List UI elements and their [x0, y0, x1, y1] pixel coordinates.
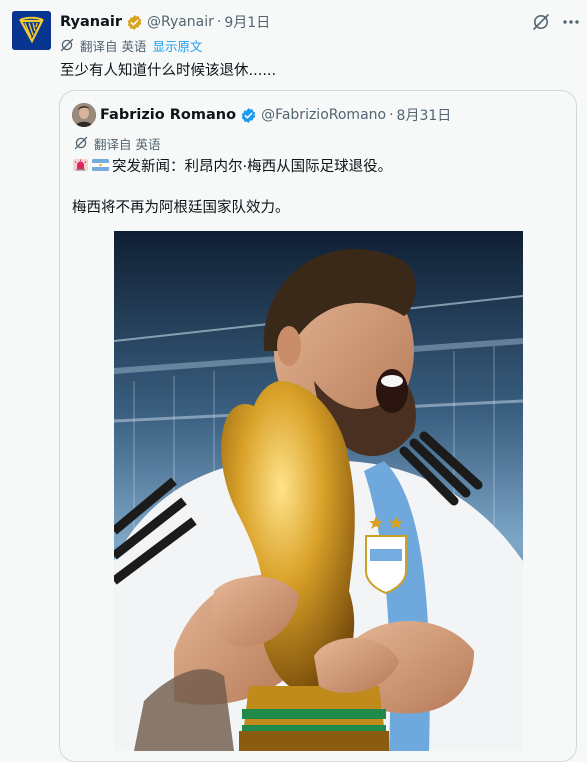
quoted-photo[interactable] [114, 231, 523, 751]
quoted-text-line-2: 梅西将不再为阿根廷国家队效力。 [72, 200, 290, 216]
siren-icon [72, 158, 89, 172]
separator-dot: · [389, 107, 394, 123]
quoted-translation-notice: 翻译自 英语 [74, 134, 160, 152]
quoted-text-line-1-content: 突发新闻：利昂内尔·梅西从国际足球退役。 [112, 158, 393, 175]
avatar[interactable] [12, 11, 51, 50]
translate-icon [74, 136, 88, 150]
tweet-text: 至少有人知道什么时候该退休...... [60, 63, 277, 79]
quoted-tweet[interactable]: Fabrizio Romano @FabrizioRomano · 8月31日 … [59, 90, 577, 762]
author-handle[interactable]: @Ryanair [147, 14, 214, 30]
tweet: Ryanair @Ryanair · 9月1日 翻译自 英语 显示原文 至少有人… [0, 0, 587, 762]
show-original-link[interactable]: 显示原文 [152, 36, 202, 55]
quoted-header: Fabrizio Romano @FabrizioRomano · 8月31日 [100, 105, 451, 125]
quoted-text-line-1: 突发新闻：利昂内尔·梅西从国际足球退役。 [72, 155, 392, 175]
more-icon[interactable] [561, 12, 581, 32]
tweet-date[interactable]: 9月1日 [224, 12, 270, 32]
quoted-author-name[interactable]: Fabrizio Romano [100, 107, 236, 123]
quoted-author-handle[interactable]: @FabrizioRomano [261, 107, 386, 123]
quoted-date[interactable]: 8月31日 [397, 105, 452, 125]
ryanair-harp-logo [12, 11, 51, 50]
tweet-header: Ryanair @Ryanair · 9月1日 [60, 12, 270, 32]
grok-icon[interactable] [531, 12, 551, 32]
quoted-translated-label: 翻译自 英语 [94, 136, 161, 152]
separator-dot: · [216, 14, 222, 30]
translate-icon [60, 38, 74, 52]
translated-label: 翻译自 英语 [80, 38, 147, 54]
translation-notice: 翻译自 英语 显示原文 [60, 36, 203, 54]
argentina-flag-icon [92, 158, 109, 172]
quoted-avatar[interactable] [72, 103, 96, 127]
verified-badge-icon [126, 14, 143, 31]
messi-trophy-photo [114, 231, 523, 751]
author-name[interactable]: Ryanair [60, 14, 122, 30]
verified-badge-icon [240, 107, 257, 124]
